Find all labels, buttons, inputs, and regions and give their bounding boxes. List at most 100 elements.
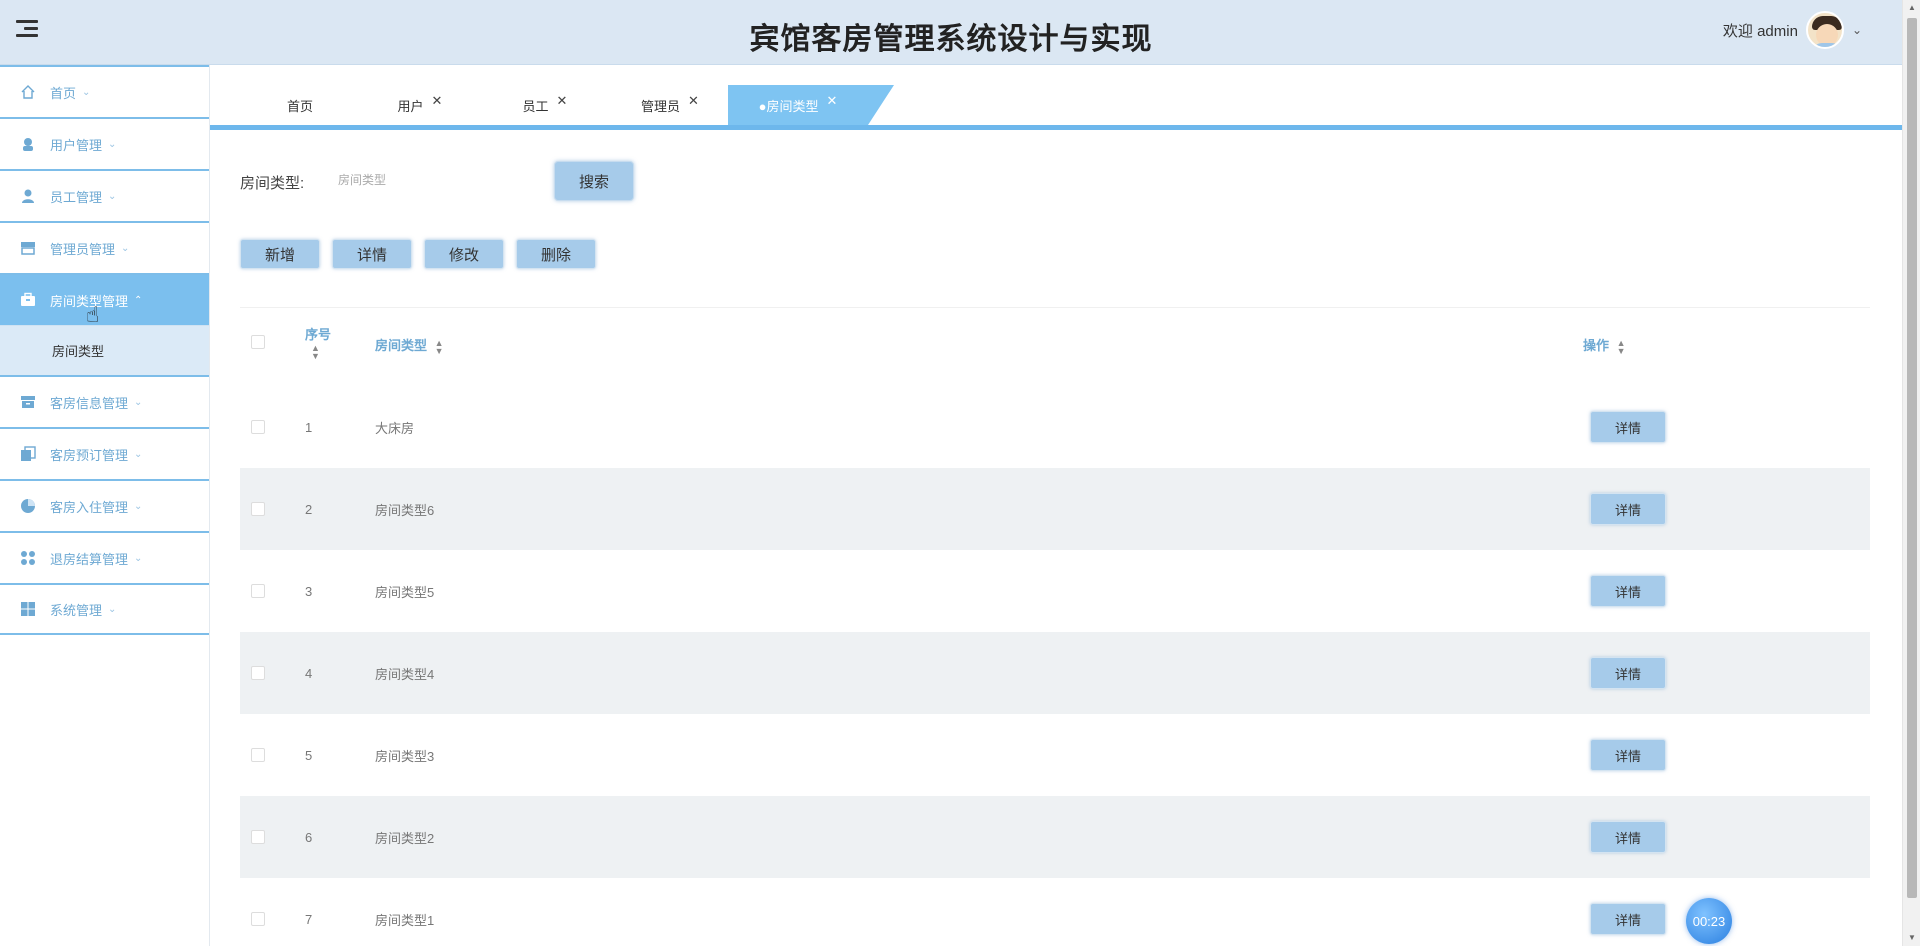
archive-icon <box>20 394 36 410</box>
sidebar-item-label: 用户管理 <box>50 137 103 153</box>
sidebar-item-label: 系统管理 <box>50 602 103 618</box>
cell-index: 4 <box>305 665 313 681</box>
sidebar-item-system-management[interactable]: 系统管理 ⌄ <box>0 583 209 635</box>
chevron-down-icon: ⌄ <box>108 138 117 150</box>
table-row[interactable]: 7 房间类型1 详情 <box>240 878 1870 946</box>
row-detail-button[interactable]: 详情 <box>1590 821 1666 853</box>
cell-index: 1 <box>305 419 313 435</box>
tab-admins[interactable]: 管理员 ✕ <box>610 85 730 125</box>
table-row[interactable]: 6 房间类型2 详情 <box>240 796 1870 878</box>
row-checkbox[interactable] <box>251 912 265 926</box>
column-header-operation[interactable]: 操作 ▲ ▼ <box>1583 335 1626 355</box>
sidebar-item-label: 退房结算管理 <box>50 551 129 567</box>
chevron-down-icon: ⌄ <box>108 603 117 615</box>
grid-icon <box>20 550 36 566</box>
scroll-up-icon[interactable]: ▲ <box>1903 0 1920 16</box>
page-scrollbar[interactable]: ▲ ▼ <box>1902 0 1920 946</box>
cell-room-type: 房间类型2 <box>375 830 435 846</box>
sidebar-item-staff-management[interactable]: 员工管理 ⌄ <box>0 169 209 221</box>
search-label: 房间类型: <box>240 175 305 192</box>
timer-badge: 00:23 <box>1686 898 1732 944</box>
sidebar-item-checkout-management[interactable]: 退房结算管理 ⌄ <box>0 531 209 583</box>
sidebar-item-checkin-management[interactable]: 客房入住管理 ⌄ <box>0 479 209 531</box>
row-checkbox[interactable] <box>251 748 265 762</box>
cell-room-type: 大床房 <box>375 420 415 436</box>
sidebar-item-admin-management[interactable]: 管理员管理 ⌄ <box>0 221 209 273</box>
sidebar-item-room-info-management[interactable]: 客房信息管理 ⌄ <box>0 375 209 427</box>
tab-room-type[interactable]: ●房间类型 ✕ <box>728 85 868 125</box>
cell-room-type: 房间类型4 <box>375 666 435 682</box>
row-detail-button[interactable]: 详情 <box>1590 903 1666 935</box>
room-type-search-input[interactable] <box>330 164 530 196</box>
row-checkbox[interactable] <box>251 666 265 680</box>
avatar[interactable] <box>1805 11 1844 49</box>
welcome-text: 欢迎 admin <box>1722 22 1798 40</box>
close-icon[interactable]: ✕ <box>557 93 568 109</box>
row-checkbox[interactable] <box>251 830 265 844</box>
sidebar-item-label: 客房入住管理 <box>50 499 129 515</box>
scroll-down-icon[interactable]: ▼ <box>1903 930 1920 946</box>
tab-label: 员工 <box>522 98 549 114</box>
table-row[interactable]: 5 房间类型3 详情 <box>240 714 1870 796</box>
column-header-room-type[interactable]: 房间类型 ▲ ▼ <box>375 335 444 355</box>
sidebar: 首页 ⌄ 用户管理 ⌄ 员工管理 ⌄ 管理员管理 ⌄ 房间类型管理 ⌃ 房间类型… <box>0 65 210 946</box>
row-checkbox[interactable] <box>251 420 265 434</box>
sort-icon[interactable]: ▲ ▼ <box>311 343 320 360</box>
table-body: 1 大床房 详情 2 房间类型6 详情 3 房间类型5 详情 4 房间类型4 详情 5 房间类型3 详情 6 房… <box>240 386 1870 946</box>
cell-room-type: 房间类型6 <box>375 502 435 518</box>
chevron-down-icon: ⌄ <box>121 242 130 254</box>
detail-button[interactable]: 详情 <box>332 239 412 269</box>
row-detail-button[interactable]: 详情 <box>1590 411 1666 443</box>
select-all-checkbox[interactable] <box>251 335 265 349</box>
sidebar-item-label: 首页 <box>50 85 77 101</box>
table-row[interactable]: 3 房间类型5 详情 <box>240 550 1870 632</box>
add-button[interactable]: 新增 <box>240 239 320 269</box>
table-row[interactable]: 4 房间类型4 详情 <box>240 632 1870 714</box>
row-detail-button[interactable]: 详情 <box>1590 739 1666 771</box>
sidebar-item-user-management[interactable]: 用户管理 ⌄ <box>0 117 209 169</box>
chevron-down-icon[interactable]: ⌄ <box>1852 23 1862 37</box>
person-icon <box>20 188 36 204</box>
user-menu[interactable]: 欢迎 admin ⌄ <box>1723 10 1862 50</box>
row-detail-button[interactable]: 详情 <box>1590 493 1666 525</box>
sidebar-item-home[interactable]: 首页 ⌄ <box>0 65 209 117</box>
sidebar-item-label: 员工管理 <box>50 189 103 205</box>
tab-bar: 首页 用户 ✕ 员工 ✕ 管理员 ✕ ●房间类型 ✕ <box>210 85 1902 130</box>
tab-home[interactable]: 首页 <box>250 85 350 125</box>
table-row[interactable]: 2 房间类型6 详情 <box>240 468 1870 550</box>
row-detail-button[interactable]: 详情 <box>1590 575 1666 607</box>
header-label: 房间类型 <box>375 338 428 353</box>
close-icon[interactable]: ✕ <box>688 93 699 109</box>
scrollbar-thumb[interactable] <box>1907 18 1917 898</box>
chevron-down-icon: ⌄ <box>134 552 143 564</box>
close-icon[interactable]: ✕ <box>826 93 837 109</box>
edit-button[interactable]: 修改 <box>424 239 504 269</box>
tab-staff[interactable]: 员工 ✕ <box>490 85 600 125</box>
top-header: 宾馆客房管理系统设计与实现 欢迎 admin ⌄ <box>0 0 1902 65</box>
sidebar-subitem-room-type[interactable]: 房间类型 <box>0 325 209 375</box>
chevron-up-icon: ⌃ <box>134 294 143 306</box>
table-row[interactable]: 1 大床房 详情 <box>240 386 1870 468</box>
chevron-down-icon: ⌄ <box>134 396 143 408</box>
home-icon <box>20 84 36 100</box>
row-detail-button[interactable]: 详情 <box>1590 657 1666 689</box>
user-icon <box>20 136 36 152</box>
chevron-down-icon: ⌄ <box>134 448 143 460</box>
tab-users[interactable]: 用户 ✕ <box>365 85 475 125</box>
windows-icon <box>20 601 36 617</box>
row-checkbox[interactable] <box>251 584 265 598</box>
sort-icon[interactable]: ▲ ▼ <box>1617 338 1626 355</box>
sidebar-item-room-type-management[interactable]: 房间类型管理 ⌃ <box>0 273 209 325</box>
cell-index: 6 <box>305 829 313 845</box>
sidebar-item-booking-management[interactable]: 客房预订管理 ⌄ <box>0 427 209 479</box>
column-header-index[interactable]: 序号 ▲ ▼ <box>305 324 331 360</box>
tab-active-decoration <box>868 85 894 125</box>
delete-button[interactable]: 删除 <box>516 239 596 269</box>
row-checkbox[interactable] <box>251 502 265 516</box>
store-icon <box>20 240 36 256</box>
search-button[interactable]: 搜索 <box>554 161 634 201</box>
tab-label: 首页 <box>286 98 313 114</box>
header-label: 操作 <box>1583 338 1610 353</box>
close-icon[interactable]: ✕ <box>432 93 443 109</box>
sort-icon[interactable]: ▲ ▼ <box>435 338 444 355</box>
